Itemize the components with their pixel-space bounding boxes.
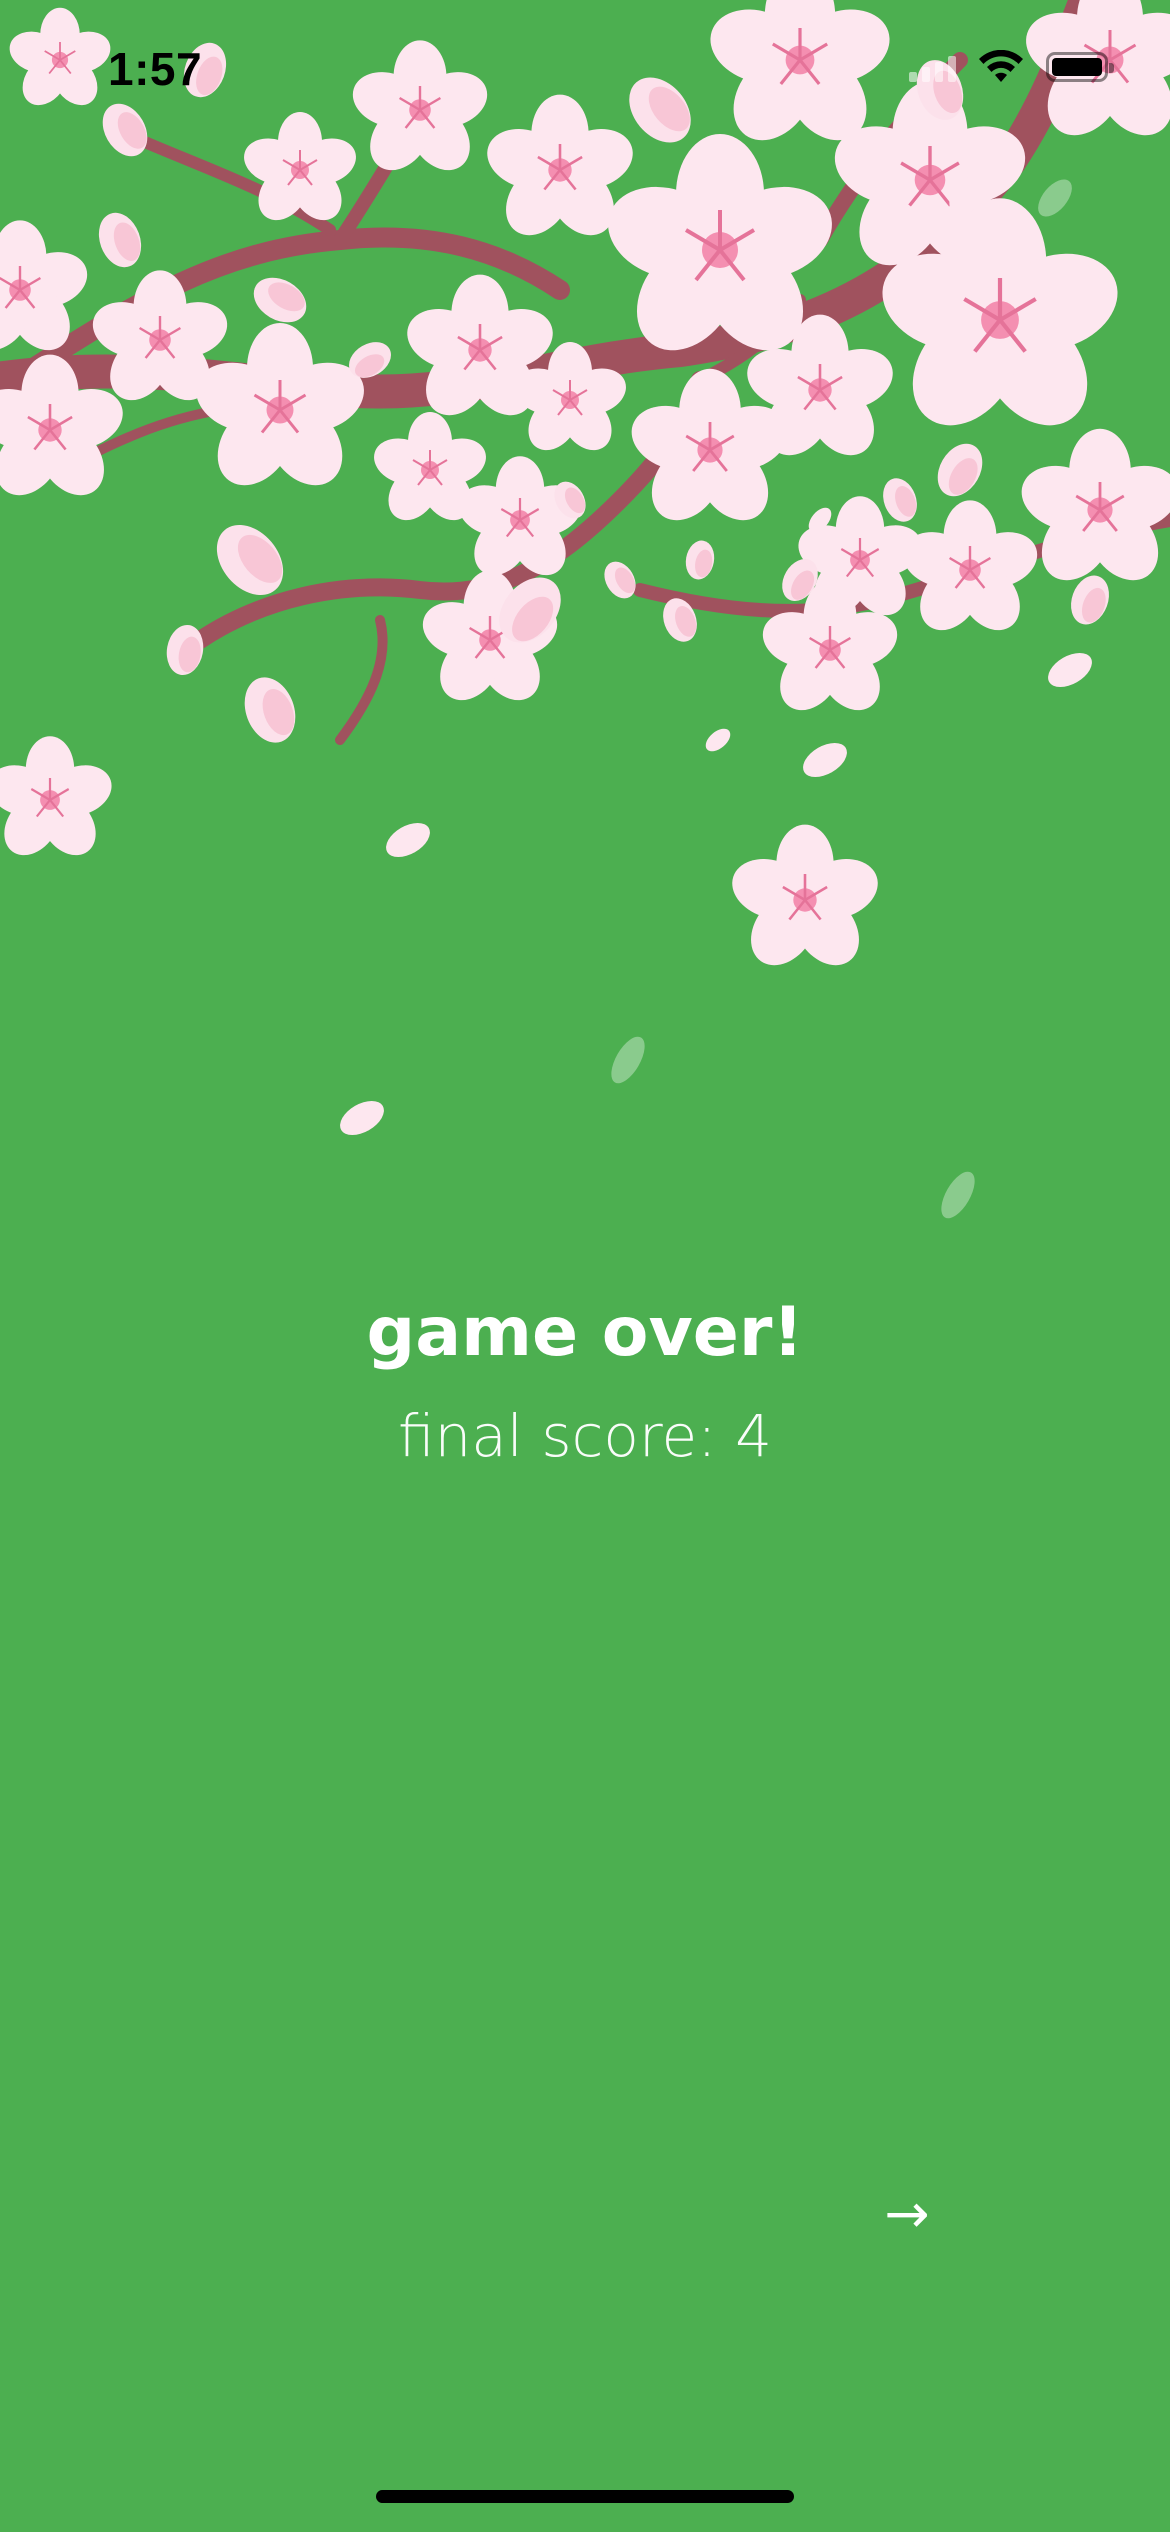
status-icons bbox=[909, 50, 1114, 84]
game-over-screen: 1:57 game over! final score: 4 → bbox=[0, 0, 1170, 2532]
home-indicator[interactable] bbox=[376, 2490, 794, 2503]
next-arrow-button[interactable]: → bbox=[868, 2180, 946, 2248]
battery-cap bbox=[1109, 63, 1114, 73]
status-time: 1:57 bbox=[108, 43, 203, 95]
game-over-title: game over! bbox=[366, 1293, 804, 1372]
cherry-blossom-branch-artwork bbox=[0, 0, 1170, 1219]
game-result: game over! final score: 4 bbox=[0, 1288, 1170, 1476]
battery-level bbox=[1052, 58, 1102, 76]
final-score-text: final score: 4 bbox=[397, 1402, 773, 1470]
battery-icon bbox=[1046, 52, 1114, 82]
cellular-signal-icon bbox=[909, 52, 956, 82]
wifi-icon bbox=[979, 50, 1023, 82]
status-bar: 1:57 bbox=[0, 0, 1170, 150]
